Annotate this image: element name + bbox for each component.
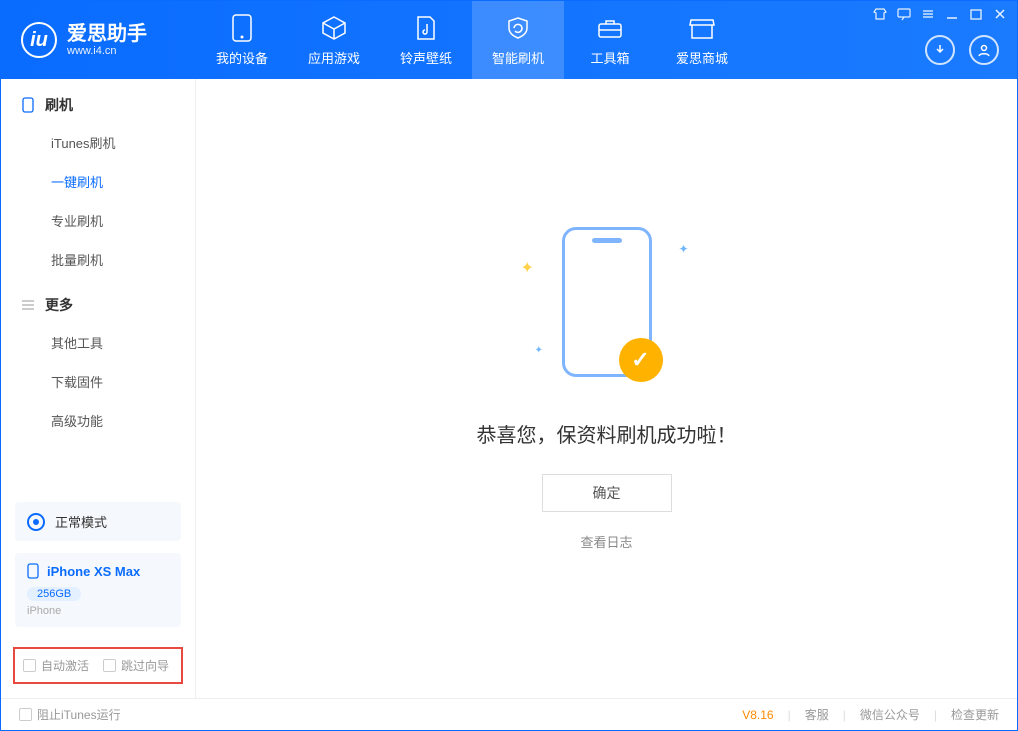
- device-card[interactable]: iPhone XS Max 256GB iPhone: [15, 553, 181, 627]
- group-title-text: 更多: [45, 295, 73, 315]
- footer-link-support[interactable]: 客服: [805, 706, 829, 723]
- sparkle-icon: ✦: [535, 345, 543, 356]
- header: iu 爱思助手 www.i4.cn 我的设备 应用游戏 铃声壁纸 智能刷机: [1, 1, 1017, 79]
- tab-store[interactable]: 爱思商城: [656, 1, 748, 79]
- app-subtitle: www.i4.cn: [67, 45, 147, 57]
- sidebar-item-batch-flash[interactable]: 批量刷机: [1, 240, 195, 279]
- minimize-button[interactable]: [945, 7, 959, 21]
- skin-icon[interactable]: [873, 7, 887, 21]
- logo-text: 爱思助手 www.i4.cn: [67, 23, 147, 57]
- checkbox-label: 自动激活: [41, 657, 89, 674]
- checkbox-label: 跳过向导: [121, 657, 169, 674]
- tab-label: 工具箱: [590, 48, 629, 67]
- tab-my-device[interactable]: 我的设备: [196, 1, 288, 79]
- checkbox-auto-activate[interactable]: 自动激活: [23, 657, 89, 674]
- mode-status-icon: [27, 513, 45, 531]
- app-title: 爱思助手: [67, 23, 147, 45]
- feedback-icon[interactable]: [897, 7, 911, 21]
- tab-label: 我的设备: [216, 48, 268, 67]
- confirm-button[interactable]: 确定: [542, 474, 672, 512]
- sidebar-item-oneclick-flash[interactable]: 一键刷机: [1, 162, 195, 201]
- maximize-button[interactable]: [969, 7, 983, 21]
- menu-icon[interactable]: [921, 7, 935, 21]
- store-icon: [688, 14, 716, 42]
- checkbox-icon: [103, 659, 116, 672]
- sidebar-group-more: 更多: [1, 279, 195, 323]
- group-title-text: 刷机: [45, 95, 73, 115]
- check-badge-icon: ✓: [619, 338, 663, 382]
- footer-link-update[interactable]: 检查更新: [951, 706, 999, 723]
- footer-link-wechat[interactable]: 微信公众号: [860, 706, 920, 723]
- sidebar: 刷机 iTunes刷机 一键刷机 专业刷机 批量刷机 更多 其他工具 下载固件 …: [1, 79, 196, 698]
- sidebar-group-flash: 刷机: [1, 79, 195, 123]
- sidebar-item-itunes-flash[interactable]: iTunes刷机: [1, 123, 195, 162]
- close-button[interactable]: [993, 7, 1007, 21]
- sparkle-icon: ✦: [678, 242, 688, 256]
- sidebar-item-pro-flash[interactable]: 专业刷机: [1, 201, 195, 240]
- version-label: V8.16: [742, 708, 773, 722]
- device-type: iPhone: [27, 605, 169, 617]
- sparkle-icon: ✦: [521, 258, 534, 278]
- tab-label: 智能刷机: [492, 48, 544, 67]
- checkbox-block-itunes[interactable]: 阻止iTunes运行: [19, 706, 121, 723]
- view-log-link[interactable]: 查看日志: [580, 532, 632, 551]
- logo-area: iu 爱思助手 www.i4.cn: [1, 22, 196, 58]
- checkbox-icon: [19, 708, 32, 721]
- window-controls: [873, 7, 1007, 21]
- toolbox-icon: [596, 14, 624, 42]
- success-illustration: ✦ ✦ ✦ ✓: [562, 227, 652, 377]
- device-mode-card[interactable]: 正常模式: [15, 502, 181, 541]
- app-window: iu 爱思助手 www.i4.cn 我的设备 应用游戏 铃声壁纸 智能刷机: [0, 0, 1018, 731]
- checkbox-label: 阻止iTunes运行: [37, 706, 121, 723]
- device-icon: [228, 14, 256, 42]
- body: 刷机 iTunes刷机 一键刷机 专业刷机 批量刷机 更多 其他工具 下载固件 …: [1, 79, 1017, 698]
- tab-ringtones[interactable]: 铃声壁纸: [380, 1, 472, 79]
- tab-label: 铃声壁纸: [400, 48, 452, 67]
- checkbox-skip-guide[interactable]: 跳过向导: [103, 657, 169, 674]
- phone-outline-icon: ✦ ✦ ✦ ✓: [562, 227, 652, 377]
- refresh-shield-icon: [504, 14, 532, 42]
- device-name: iPhone XS Max: [47, 564, 140, 579]
- tab-apps-games[interactable]: 应用游戏: [288, 1, 380, 79]
- checkbox-icon: [23, 659, 36, 672]
- device-capacity-badge: 256GB: [27, 587, 81, 601]
- success-message: 恭喜您，保资料刷机成功啦！: [477, 419, 737, 448]
- user-button[interactable]: [969, 35, 999, 65]
- main-content: ✦ ✦ ✦ ✓ 恭喜您，保资料刷机成功啦！ 确定 查看日志: [196, 79, 1017, 698]
- footer: 阻止iTunes运行 V8.16 | 客服 | 微信公众号 | 检查更新: [1, 698, 1017, 730]
- music-file-icon: [412, 14, 440, 42]
- sidebar-item-download-firmware[interactable]: 下载固件: [1, 362, 195, 401]
- mode-label: 正常模式: [55, 512, 107, 531]
- list-icon: [21, 298, 35, 312]
- cube-icon: [320, 14, 348, 42]
- tab-label: 爱思商城: [676, 48, 728, 67]
- sidebar-item-advanced[interactable]: 高级功能: [1, 401, 195, 440]
- download-button[interactable]: [925, 35, 955, 65]
- device-small-icon: [27, 563, 39, 579]
- nav-tabs: 我的设备 应用游戏 铃声壁纸 智能刷机 工具箱 爱思商城: [196, 1, 748, 79]
- sidebar-item-other-tools[interactable]: 其他工具: [1, 323, 195, 362]
- logo-icon: iu: [21, 22, 57, 58]
- tab-flash[interactable]: 智能刷机: [472, 1, 564, 79]
- tab-toolbox[interactable]: 工具箱: [564, 1, 656, 79]
- phone-small-icon: [21, 98, 35, 112]
- header-actions: [925, 35, 999, 65]
- flash-options-box: 自动激活 跳过向导: [13, 647, 183, 684]
- tab-label: 应用游戏: [308, 48, 360, 67]
